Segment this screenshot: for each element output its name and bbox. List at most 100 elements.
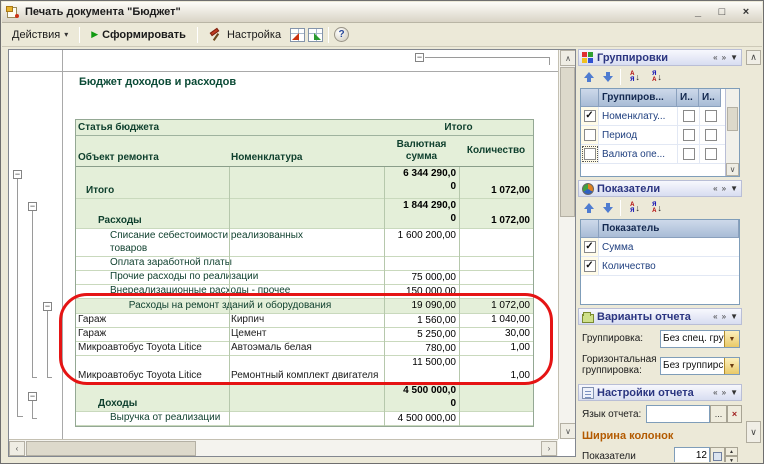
panel-menu-icon[interactable]: ▼ (730, 184, 738, 193)
table-row[interactable]: Микроавтобус Toyota LiticeРемонтный комп… (76, 356, 533, 384)
outline-collapse-icon-repairs[interactable]: − (43, 302, 52, 311)
panel-prev-icon[interactable]: « (713, 53, 717, 62)
chevron-down-icon[interactable]: ▼ (724, 358, 739, 374)
report-language-label: Язык отчета: (582, 409, 641, 420)
move-up-button[interactable] (580, 69, 597, 86)
vertical-scroll-thumb[interactable] (560, 67, 575, 217)
table-header-row[interactable]: Объект ремонта Номенклатура Валютная сум… (76, 136, 533, 167)
table-row[interactable]: Выручка от реализации4 500 000,00 (76, 412, 533, 426)
pie-chart-icon (582, 183, 594, 195)
column-group-tick (549, 57, 550, 65)
report-variants-panel-header[interactable]: Варианты отчета « » ▼ (578, 308, 742, 325)
panel-menu-icon[interactable]: ▼ (730, 53, 738, 62)
column-width-header: Ширина колонок (582, 430, 673, 442)
actions-menu-button[interactable]: Действия ▾ (6, 26, 74, 44)
horizontal-scroll-thumb[interactable] (26, 441, 196, 456)
checkbox-unchecked[interactable] (705, 110, 717, 122)
settings-button[interactable]: Настройка (203, 25, 287, 45)
panels-scroll-up-icon[interactable]: ∧ (746, 50, 761, 65)
table-row[interactable]: Доходы4 500 000,00 (76, 384, 533, 412)
table-row[interactable]: ГаражКирпич1 560,001 040,00 (76, 314, 533, 328)
spin-down-icon[interactable]: ▼ (725, 456, 738, 462)
grouping-row-nomenclature[interactable]: ✓ Номенклату... (581, 107, 739, 126)
indicators-width-input[interactable]: 12 (674, 447, 710, 462)
calculator-icon[interactable] (710, 447, 725, 462)
panel-next-icon[interactable]: » (722, 184, 726, 193)
clear-button[interactable]: × (727, 405, 742, 423)
sort-ascending-icon[interactable]: АЯ ↓ (625, 69, 645, 85)
table-row[interactable]: Итого6 344 290,001 072,00 (76, 167, 533, 199)
panel-prev-icon[interactable]: « (713, 184, 717, 193)
move-down-button[interactable] (599, 69, 616, 86)
sort-ascending-icon[interactable]: АЯ ↓ (625, 200, 645, 216)
table-header-row[interactable]: Статья бюджета Итого (76, 120, 533, 136)
panel-title: Варианты отчета (597, 311, 691, 323)
table-row[interactable]: Расходы на ремонт зданий и оборудования1… (76, 299, 533, 314)
scroll-down-icon[interactable]: ∨ (560, 423, 576, 439)
grid-scrollbar[interactable]: ∨ (725, 89, 739, 176)
panel-next-icon[interactable]: » (722, 53, 726, 62)
checkbox-unchecked[interactable] (584, 129, 596, 141)
table-row[interactable]: Списание себестоимости реализованных тов… (76, 229, 533, 257)
chevron-down-icon[interactable]: ▼ (724, 331, 739, 347)
sort-descending-icon[interactable]: ЯА ↓ (647, 200, 667, 216)
scroll-left-icon[interactable]: ‹ (9, 441, 25, 456)
expand-groups-icon[interactable] (308, 28, 323, 42)
panel-menu-icon[interactable]: ▼ (730, 312, 738, 321)
table-row[interactable]: Прочие расходы по реализации75 000,00 (76, 271, 533, 285)
checkbox-checked[interactable]: ✓ (584, 241, 596, 253)
table-row[interactable]: Микроавтобус Toyota LiticeАвтоэмаль бела… (76, 342, 533, 356)
generate-button[interactable]: ▶ Сформировать (85, 26, 192, 44)
maximize-button[interactable]: □ (714, 6, 730, 18)
grouping-row-period[interactable]: Период (581, 126, 739, 145)
indicator-row-sum[interactable]: ✓ Сумма (581, 238, 739, 257)
sort-descending-icon[interactable]: ЯА ↓ (647, 69, 667, 85)
report-language-input[interactable] (646, 405, 710, 423)
panel-next-icon[interactable]: » (722, 312, 726, 321)
horizontal-scrollbar[interactable]: ‹ › (9, 439, 558, 456)
report-settings-panel-header[interactable]: Настройки отчета « » ▼ (578, 384, 742, 401)
checkbox-unchecked[interactable] (705, 129, 717, 141)
panel-next-icon[interactable]: » (722, 388, 726, 397)
help-icon[interactable]: ? (334, 27, 349, 42)
checkbox-checked[interactable]: ✓ (584, 260, 596, 272)
move-up-button[interactable] (580, 200, 597, 217)
column-line (459, 167, 460, 426)
table-row[interactable]: Расходы1 844 290,001 072,00 (76, 199, 533, 229)
vertical-scrollbar[interactable]: ∧ ∨ (558, 50, 575, 439)
outline-collapse-icon-level1[interactable]: − (13, 170, 22, 179)
horizontal-grouping-select[interactable]: Без группирс ▼ (660, 357, 740, 375)
close-button[interactable]: × (738, 6, 754, 18)
panel-prev-icon[interactable]: « (713, 312, 717, 321)
indicators-panel-header[interactable]: Показатели « » ▼ (578, 180, 742, 197)
minimize-button[interactable]: _ (690, 6, 706, 18)
grid-scroll-thumb[interactable] (727, 107, 738, 131)
grouping-row-currency[interactable]: Валюта опе... (581, 145, 739, 164)
outline-collapse-icon-income[interactable]: − (28, 392, 37, 401)
checkbox-unchecked[interactable] (683, 110, 695, 122)
panel-menu-icon[interactable]: ▼ (730, 388, 738, 397)
column-group-collapse-icon[interactable]: − (415, 53, 424, 62)
collapse-groups-icon[interactable] (290, 28, 305, 42)
groupings-panel-header[interactable]: Группировки « » ▼ (578, 49, 742, 66)
table-row[interactable]: Внереализационные расходы - прочее150 00… (76, 285, 533, 299)
table-row[interactable]: ГаражЦемент5 250,0030,00 (76, 328, 533, 342)
checkbox-unchecked[interactable] (584, 148, 596, 160)
panel-prev-icon[interactable]: « (713, 388, 717, 397)
outline-collapse-icon-expenses[interactable]: − (28, 202, 37, 211)
table-row[interactable]: Оплата заработной платы (76, 257, 533, 271)
panels-scroll-down-icon[interactable]: ∨ (746, 421, 761, 443)
scroll-right-icon[interactable]: › (541, 441, 557, 456)
scroll-up-icon[interactable]: ∧ (560, 50, 576, 66)
header-object: Объект ремонта (76, 136, 229, 166)
indicator-row-quantity[interactable]: ✓ Количество (581, 257, 739, 276)
move-down-button[interactable] (599, 200, 616, 217)
spin-up-icon[interactable]: ▲ (725, 447, 738, 456)
checkbox-unchecked[interactable] (705, 148, 717, 160)
browse-button[interactable]: ... (710, 405, 727, 423)
checkbox-checked[interactable]: ✓ (584, 110, 596, 122)
checkbox-unchecked[interactable] (683, 148, 695, 160)
grouping-select[interactable]: Без спец. гру ▼ (660, 330, 740, 348)
scroll-down-icon[interactable]: ∨ (726, 163, 739, 176)
checkbox-unchecked[interactable] (683, 129, 695, 141)
